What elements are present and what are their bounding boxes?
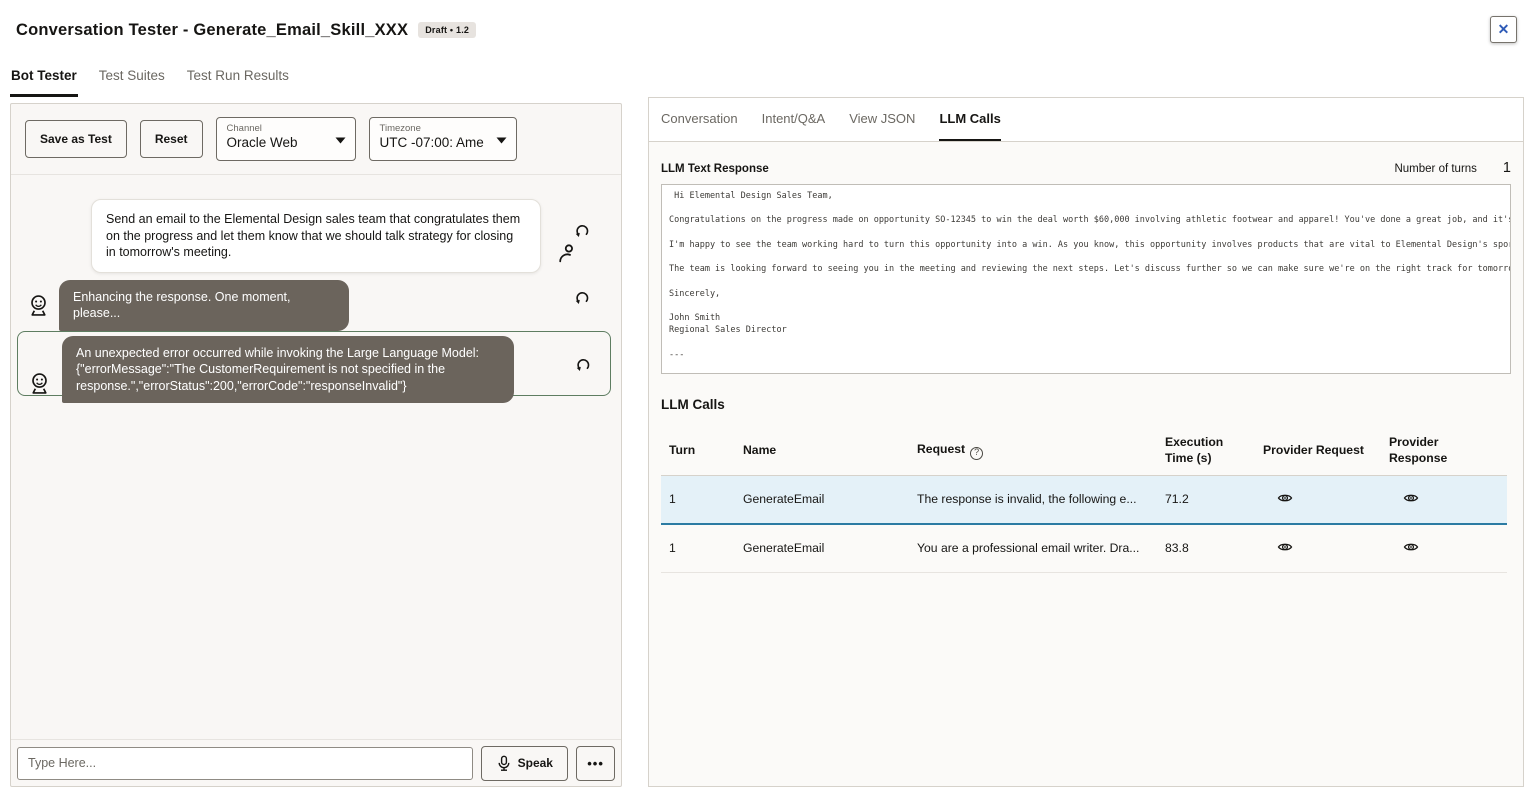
retry-message-icon[interactable] [574,357,591,374]
number-of-turns-label: Number of turns [1394,163,1476,175]
chevron-down-icon [496,137,507,144]
tab-llm-calls[interactable]: LLM Calls [939,98,1000,141]
reset-button[interactable]: Reset [140,120,203,158]
chevron-down-icon [335,137,346,144]
retry-message-icon[interactable] [573,290,590,307]
number-of-turns-value: 1 [1503,160,1511,176]
column-header-request: Request? [909,427,1157,475]
window-header: Conversation Tester - Generate_Email_Ski… [0,0,1530,60]
message-input[interactable] [17,747,473,780]
tab-intent-qa[interactable]: Intent/Q&A [762,98,826,141]
version-badge: Draft • 1.2 [418,22,476,38]
column-header-execution-time: Execution Time (s) [1157,427,1255,475]
page-title-text: Conversation Tester - Generate_Email_Ski… [16,21,408,39]
ellipsis-icon: ••• [587,756,604,771]
tab-conversation[interactable]: Conversation [661,98,738,141]
tab-bot-tester[interactable]: Bot Tester [10,62,78,97]
llm-calls-content: LLM Text Response Number of turns 1 Hi E… [649,142,1523,786]
llm-calls-heading: LLM Calls [661,397,1511,412]
user-message-bubble: Send an email to the Elemental Design sa… [91,199,541,273]
speak-button-label: Speak [518,756,553,770]
more-options-button[interactable]: ••• [576,746,615,781]
table-header-row: Turn Name Request? Execution Time (s) Pr… [661,427,1507,475]
message-input-bar: Speak ••• [11,739,621,786]
selected-message-container[interactable]: An unexpected error occurred while invok… [17,331,611,396]
tab-test-suites[interactable]: Test Suites [98,62,166,97]
llm-calls-table: Turn Name Request? Execution Time (s) Pr… [661,427,1507,573]
cell-execution-time: 71.2 [1157,475,1255,524]
retry-message-icon[interactable] [573,223,590,240]
save-as-test-button[interactable]: Save as Test [25,120,127,158]
timezone-select-label: Timezone [380,123,490,134]
column-header-turn: Turn [661,427,735,475]
llm-text-response-box[interactable]: Hi Elemental Design Sales Team, Congratu… [661,184,1511,374]
bot-avatar-icon [29,372,50,395]
cell-name: GenerateEmail [735,475,909,524]
cell-turn: 1 [661,475,735,524]
cell-turn: 1 [661,524,735,573]
bot-avatar-icon [28,294,49,317]
timezone-select[interactable]: Timezone UTC -07:00: Ame [369,117,517,161]
timezone-select-value: UTC -07:00: Ame [380,135,490,150]
tab-test-run-results[interactable]: Test Run Results [186,62,290,97]
cell-request: You are a professional email writer. Dra… [909,524,1157,573]
user-avatar-icon [557,243,576,264]
close-icon: ✕ [1498,21,1510,38]
tester-toolbar: Save as Test Reset Channel Oracle Web Ti… [11,104,621,175]
cell-execution-time: 83.8 [1157,524,1255,573]
cell-name: GenerateEmail [735,524,909,573]
provider-response-eye-icon[interactable] [1403,490,1419,506]
page-title: Conversation Tester - Generate_Email_Ski… [16,21,476,40]
bot-tester-panel: Save as Test Reset Channel Oracle Web Ti… [10,103,622,787]
channel-select-label: Channel [227,123,329,134]
bot-error-bubble: An unexpected error occurred while invok… [62,336,514,403]
table-row[interactable]: 1 GenerateEmail The response is invalid,… [661,475,1507,524]
column-header-provider-request: Provider Request [1255,427,1381,475]
provider-request-eye-icon[interactable] [1277,490,1293,506]
column-header-name: Name [735,427,909,475]
tab-view-json[interactable]: View JSON [849,98,915,141]
conversation-area: Send an email to the Elemental Design sa… [11,175,621,739]
details-panel: Conversation Intent/Q&A View JSON LLM Ca… [648,97,1524,787]
cell-request: The response is invalid, the following e… [909,475,1157,524]
table-row[interactable]: 1 GenerateEmail You are a professional e… [661,524,1507,573]
channel-select[interactable]: Channel Oracle Web [216,117,356,161]
provider-request-eye-icon[interactable] [1277,539,1293,555]
channel-select-value: Oracle Web [227,135,329,150]
llm-text-response-label: LLM Text Response [661,163,769,175]
bot-status-bubble: Enhancing the response. One moment, plea… [59,280,349,331]
request-header-label: Request [917,442,965,456]
speak-button[interactable]: Speak [481,746,568,781]
main-tab-bar: Bot Tester Test Suites Test Run Results [10,62,290,97]
close-button[interactable]: ✕ [1490,16,1517,43]
details-tab-bar: Conversation Intent/Q&A View JSON LLM Ca… [649,98,1523,142]
help-icon[interactable]: ? [970,447,983,460]
provider-response-eye-icon[interactable] [1403,539,1419,555]
microphone-icon [497,755,511,772]
column-header-provider-response: Provider Response [1381,427,1507,475]
